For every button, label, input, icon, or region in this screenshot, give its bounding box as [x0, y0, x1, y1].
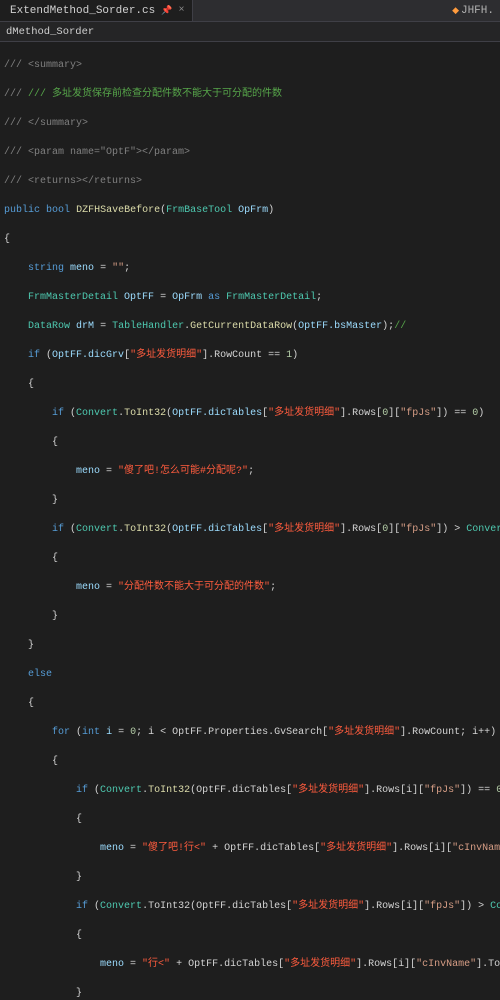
close-icon[interactable]: × — [178, 5, 184, 16]
diamond-icon: ◆ — [452, 6, 461, 16]
pin-icon[interactable]: 📌 — [161, 6, 172, 16]
tab-label: ExtendMethod_Sorder.cs — [10, 5, 155, 17]
tab-bar: ExtendMethod_Sorder.cs 📌 × ◆JHFH. — [0, 0, 500, 22]
nav-target-label: JHFH. — [461, 5, 494, 17]
breadcrumb-label: dMethod_Sorder — [6, 26, 94, 38]
nav-back-button[interactable]: ◆JHFH. — [446, 5, 500, 17]
code-editor[interactable]: /// <summary> /// /// 多址发货保存前检查分配件数不能大于可… — [0, 42, 500, 1000]
file-tab[interactable]: ExtendMethod_Sorder.cs 📌 × — [0, 0, 193, 21]
breadcrumb[interactable]: dMethod_Sorder — [0, 22, 500, 42]
